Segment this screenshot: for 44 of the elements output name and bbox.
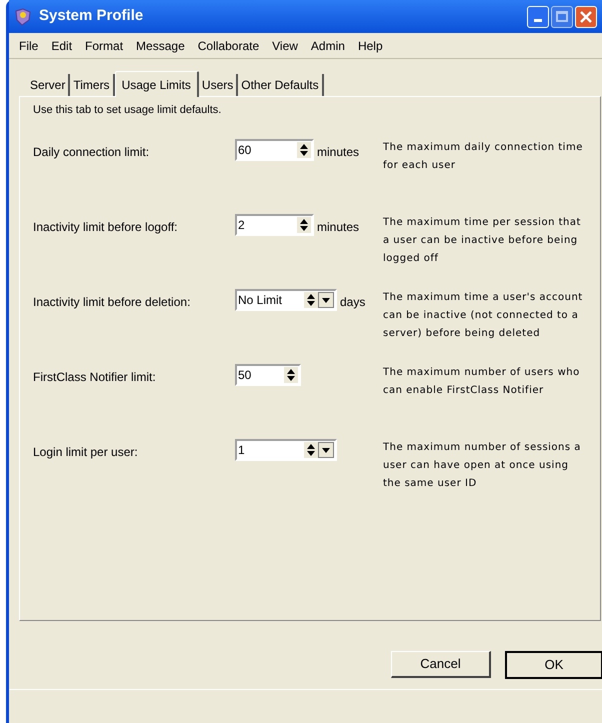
tab[interactable]: Server: [27, 74, 70, 96]
menu-item[interactable]: File: [19, 36, 38, 54]
spinner-field[interactable]: 2: [235, 214, 314, 236]
spinner-field[interactable]: No Limit: [235, 288, 337, 310]
unit-label: minutes: [317, 218, 360, 236]
spinner-arrows-icon[interactable]: [297, 142, 311, 158]
field-label: Daily connection limit:: [33, 144, 150, 160]
field-label: FirstClass Notifier limit:: [33, 368, 157, 386]
dialog-button[interactable]: OK: [505, 651, 602, 679]
field-label: Inactivity limit before logoff:: [33, 218, 179, 236]
maximize-button[interactable]: [551, 6, 573, 28]
minimize-button[interactable]: [527, 6, 549, 28]
spinner-arrows-icon[interactable]: [297, 216, 311, 232]
unit-label: days: [340, 294, 366, 310]
app-icon: [14, 8, 32, 26]
menu-item[interactable]: Message: [136, 36, 185, 54]
intro-text: Use this tab to set usage limit defaults.: [33, 103, 222, 118]
unit-label: minutes: [317, 144, 360, 160]
spinner-arrows-icon[interactable]: [304, 442, 318, 458]
tab[interactable]: Users: [198, 74, 238, 96]
dialog-button[interactable]: Cancel: [391, 651, 491, 678]
field-description: The maximum number of users who can enable FirstClass Notifier: [383, 366, 581, 398]
spinner-arrows-icon[interactable]: [284, 366, 298, 382]
menu-item[interactable]: Edit: [51, 36, 72, 54]
close-button[interactable]: [575, 6, 597, 28]
close-icon: [580, 10, 592, 22]
field-label: Login limit per user:: [33, 444, 139, 460]
menu-item[interactable]: Collaborate: [198, 36, 260, 54]
spinner-field[interactable]: 50: [235, 364, 301, 386]
menu-item[interactable]: Admin: [310, 36, 345, 54]
field-label: Inactivity limit before deletion:: [33, 294, 192, 310]
spinner-field[interactable]: 60: [235, 138, 314, 160]
window-title: System Profile: [39, 6, 144, 26]
field-description: The maximum time per session that a user can be inactive before being logged off: [383, 216, 582, 266]
field-description: The maximum time a user's account can be inactive (not connected to a server) before being deleted: [383, 290, 583, 340]
field-description: The maximum daily connection time for each user: [383, 140, 583, 172]
tab[interactable]: Other Defaults: [238, 74, 324, 96]
field-description: The maximum number of sessions a user can have open at once using the same user ID: [383, 440, 582, 490]
spinner-arrows-icon[interactable]: [304, 292, 318, 308]
menu-item[interactable]: Help: [358, 36, 383, 54]
tab[interactable]: Usage Limits: [114, 71, 199, 97]
menu-item[interactable]: View: [272, 36, 298, 54]
menu-item[interactable]: Format: [85, 36, 124, 54]
spinner-field[interactable]: 1: [235, 438, 337, 460]
